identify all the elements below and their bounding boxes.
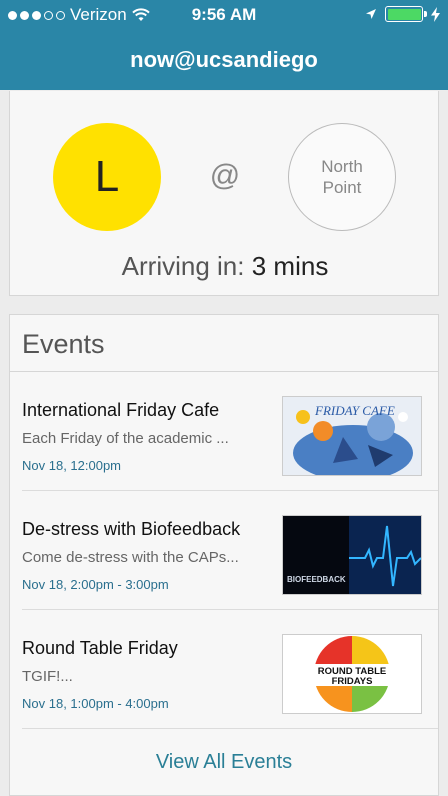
thumbnail-caption: BIOFEEDBACK <box>287 575 346 584</box>
event-thumbnail: FRIDAY CAFE <box>282 396 422 476</box>
nav-title: now@ucsandiego <box>130 47 318 72</box>
view-all-events-link[interactable]: View All Events <box>10 751 438 774</box>
arrival-time: Arriving in: 3 mins <box>10 251 440 282</box>
event-date: Nov 18, 2:00pm - 3:00pm <box>22 577 169 592</box>
event-item[interactable]: Round Table Friday TGIF!... Nov 18, 1:00… <box>10 610 438 729</box>
event-date: Nov 18, 1:00pm - 4:00pm <box>22 696 169 711</box>
event-title: International Friday Cafe <box>22 400 220 420</box>
arriving-label: Arriving in: <box>121 251 245 281</box>
thumbnail-caption: FRIDAY CAFE <box>314 403 395 418</box>
divider <box>22 728 438 729</box>
stop-name-line1: North <box>321 157 363 176</box>
event-title: De-stress with Biofeedback <box>22 519 241 539</box>
event-title: Round Table Friday <box>22 638 178 658</box>
events-card: Events International Friday Cafe Each Fr… <box>9 314 439 796</box>
event-description: Each Friday of the academic ... <box>22 430 229 447</box>
arrival-card[interactable]: L @ North Point Arriving in: 3 mins <box>9 91 439 296</box>
event-thumbnail: ROUND TABLE FRIDAYS <box>282 634 422 714</box>
stop-badge: North Point <box>288 123 396 231</box>
event-item[interactable]: International Friday Cafe Each Friday of… <box>10 372 438 491</box>
stop-name-line2: Point <box>322 178 362 197</box>
location-arrow-icon <box>366 9 376 19</box>
event-description: Come de-stress with the CAPs... <box>22 549 239 566</box>
battery-icon <box>385 6 427 22</box>
event-thumbnail: BIOFEEDBACK <box>282 515 422 595</box>
status-right <box>365 6 440 22</box>
status-bar: Verizon 9:56 AM <box>0 0 448 30</box>
event-description: TGIF!... <box>22 668 73 685</box>
charging-bolt-icon <box>431 6 440 22</box>
events-heading: Events <box>22 329 105 359</box>
arriving-value: 3 mins <box>251 251 329 281</box>
nav-bar: now@ucsandiego <box>0 30 448 90</box>
event-date: Nov 18, 12:00pm <box>22 458 122 473</box>
event-item[interactable]: De-stress with Biofeedback Come de-stres… <box>10 491 438 610</box>
thumbnail-caption: FRIDAYS <box>332 676 373 687</box>
